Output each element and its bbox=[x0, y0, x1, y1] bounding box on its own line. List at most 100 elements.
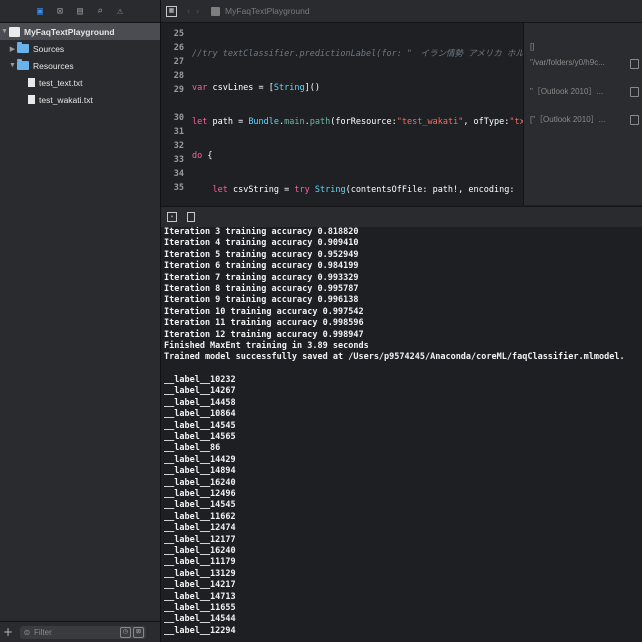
console-line: __label__16240 bbox=[164, 477, 236, 488]
console-line: Trained model successfully saved at /Use… bbox=[164, 352, 625, 363]
console-line: __label__14713 bbox=[164, 591, 236, 602]
console-line: __label__14267 bbox=[164, 386, 236, 397]
tree-item-test-wakati[interactable]: test_wakati.txt bbox=[0, 91, 160, 108]
console-line: __label__14217 bbox=[164, 580, 236, 591]
code-line: let csvString = try String(contentsOfFil… bbox=[212, 185, 515, 195]
disclosure-open-icon[interactable]: ▼ bbox=[0, 28, 9, 35]
console-line: Iteration 8 training accuracy 0.995787 bbox=[164, 283, 359, 294]
clear-console-icon[interactable] bbox=[187, 212, 195, 222]
navigator-toolbar: ▣ ⊠ ▤ ⌕ ⚠ bbox=[0, 0, 160, 23]
line-number: 35 bbox=[173, 183, 184, 193]
hide-debug-area-icon[interactable]: ▾ bbox=[167, 212, 177, 222]
code-line: do { bbox=[192, 151, 213, 161]
code-keyword: try bbox=[294, 185, 310, 195]
code-member: path bbox=[309, 117, 331, 127]
symbol-icon[interactable]: ▤ bbox=[75, 6, 86, 17]
line-number: 30 bbox=[173, 113, 184, 123]
line-number: 28 bbox=[173, 71, 184, 81]
console-line: Iteration 6 training accuracy 0.984199 bbox=[164, 261, 359, 272]
breadcrumb[interactable]: MyFaqTextPlayground bbox=[225, 6, 310, 16]
line-number: 27 bbox=[173, 57, 184, 67]
console-line: __label__12177 bbox=[164, 534, 236, 545]
add-button[interactable]: + bbox=[0, 625, 16, 639]
code-type: String bbox=[314, 185, 346, 195]
console-line: Iteration 9 training accuracy 0.996138 bbox=[164, 295, 359, 306]
folder-icon[interactable]: ▣ bbox=[35, 6, 46, 17]
console-line: __label__11655 bbox=[164, 602, 236, 613]
console-line: __label__14894 bbox=[164, 466, 236, 477]
code-keyword: let bbox=[192, 117, 208, 127]
console-line: __label__14544 bbox=[164, 614, 236, 625]
related-items-icon[interactable]: ▦ bbox=[166, 5, 177, 17]
code-string: "test_wakati" bbox=[396, 117, 464, 127]
code-line: //try textClassifier.predictionLabel(for… bbox=[192, 47, 523, 61]
console-line: Iteration 7 training accuracy 0.993329 bbox=[164, 272, 359, 283]
console-line: __label__10232 bbox=[164, 375, 236, 386]
filter-input[interactable]: ⊜ Filter ◷ ⊠ bbox=[20, 625, 146, 639]
recent-files-icon[interactable]: ◷ bbox=[120, 626, 131, 638]
code-editor: ▦ ‹ › MyFaqTextPlayground 25 26 27 28 29… bbox=[161, 0, 642, 205]
tree-item-project[interactable]: ▼ MyFaqTextPlayground bbox=[0, 23, 160, 40]
search-icon[interactable]: ⌕ bbox=[95, 6, 106, 17]
quick-look-icon[interactable] bbox=[630, 59, 639, 69]
console-text: Iteration 3 training accuracy 0.818820 It… bbox=[164, 227, 625, 637]
quick-look-icon[interactable] bbox=[630, 115, 639, 125]
tree-item-label: test_wakati.txt bbox=[39, 94, 93, 105]
console-output[interactable]: Iteration 3 training accuracy 0.818820 It… bbox=[161, 227, 642, 642]
file-icon bbox=[28, 95, 35, 104]
console-line: __label__12474 bbox=[164, 523, 236, 534]
code-keyword: do bbox=[192, 151, 203, 161]
result-value: "/var/folders/y0/h9c... bbox=[530, 58, 605, 67]
console-line: __label__11179 bbox=[164, 557, 236, 568]
console-line: Iteration 4 training accuracy 0.909410 bbox=[164, 238, 359, 249]
line-number: 32 bbox=[173, 141, 184, 151]
line-number: 34 bbox=[173, 169, 184, 179]
line-number: 26 bbox=[173, 43, 184, 53]
console-line: Iteration 3 training accuracy 0.818820 bbox=[164, 227, 359, 237]
console-line: Iteration 10 training accuracy 0.997542 bbox=[164, 306, 364, 317]
console-line: Iteration 11 training accuracy 0.998596 bbox=[164, 318, 364, 329]
back-icon[interactable]: ‹ bbox=[187, 6, 190, 16]
filter-icon: ⊜ bbox=[23, 627, 31, 637]
disclosure-closed-icon[interactable]: ▶ bbox=[8, 45, 17, 53]
console-line: Iteration 5 training accuracy 0.952949 bbox=[164, 249, 359, 260]
console-line: __label__14565 bbox=[164, 432, 236, 443]
issue-icon[interactable]: ⚠ bbox=[115, 6, 126, 17]
playground-icon bbox=[211, 6, 220, 16]
tree-item-test-text[interactable]: test_text.txt bbox=[0, 74, 160, 91]
console-line: __label__16240 bbox=[164, 545, 236, 556]
results-sidebar: [] "/var/folders/y0/h9c... "［Outlook 201… bbox=[523, 23, 642, 205]
forward-icon[interactable]: › bbox=[196, 6, 199, 16]
source-control-icon[interactable]: ⊠ bbox=[55, 6, 66, 17]
project-label: MyFaqTextPlayground bbox=[24, 26, 115, 37]
console-line: __label__14545 bbox=[164, 500, 236, 511]
disclosure-open-icon[interactable]: ▼ bbox=[8, 62, 17, 69]
tree-item-resources[interactable]: ▼ Resources bbox=[0, 57, 160, 74]
console-line: __label__14429 bbox=[164, 454, 236, 465]
folder-icon bbox=[17, 42, 29, 53]
console-line: Finished MaxEnt training in 3.89 seconds bbox=[164, 340, 369, 351]
navigator-filter-bar: + ⊜ Filter ◷ ⊠ bbox=[0, 621, 160, 642]
line-number bbox=[161, 195, 187, 205]
folder-icon bbox=[17, 59, 29, 70]
source-area[interactable]: 25 26 27 28 29 30 31 32 33 34 35 //try t… bbox=[161, 23, 523, 205]
file-icon bbox=[28, 78, 35, 87]
playground-icon bbox=[9, 26, 20, 37]
tree-item-sources[interactable]: ▶ Sources bbox=[0, 40, 160, 57]
console-line: __label__10864 bbox=[164, 409, 236, 420]
code-keyword: var bbox=[192, 83, 208, 93]
code-type: String bbox=[273, 83, 305, 93]
code-string: "txt" bbox=[509, 117, 523, 127]
code-member: main bbox=[284, 117, 305, 127]
scm-filter-icon[interactable]: ⊠ bbox=[133, 626, 144, 638]
line-number: 33 bbox=[173, 155, 184, 165]
code-line: var csvLines = [String]() bbox=[192, 83, 320, 93]
code-lines[interactable]: //try textClassifier.predictionLabel(for… bbox=[192, 27, 523, 205]
console-line: __label__14545 bbox=[164, 420, 236, 431]
code-type: Bundle bbox=[248, 117, 280, 127]
console-line: __label__12294 bbox=[164, 625, 236, 636]
tree-item-label: test_text.txt bbox=[39, 77, 83, 88]
quick-look-icon[interactable] bbox=[630, 87, 639, 97]
line-number: 29 bbox=[173, 85, 184, 95]
